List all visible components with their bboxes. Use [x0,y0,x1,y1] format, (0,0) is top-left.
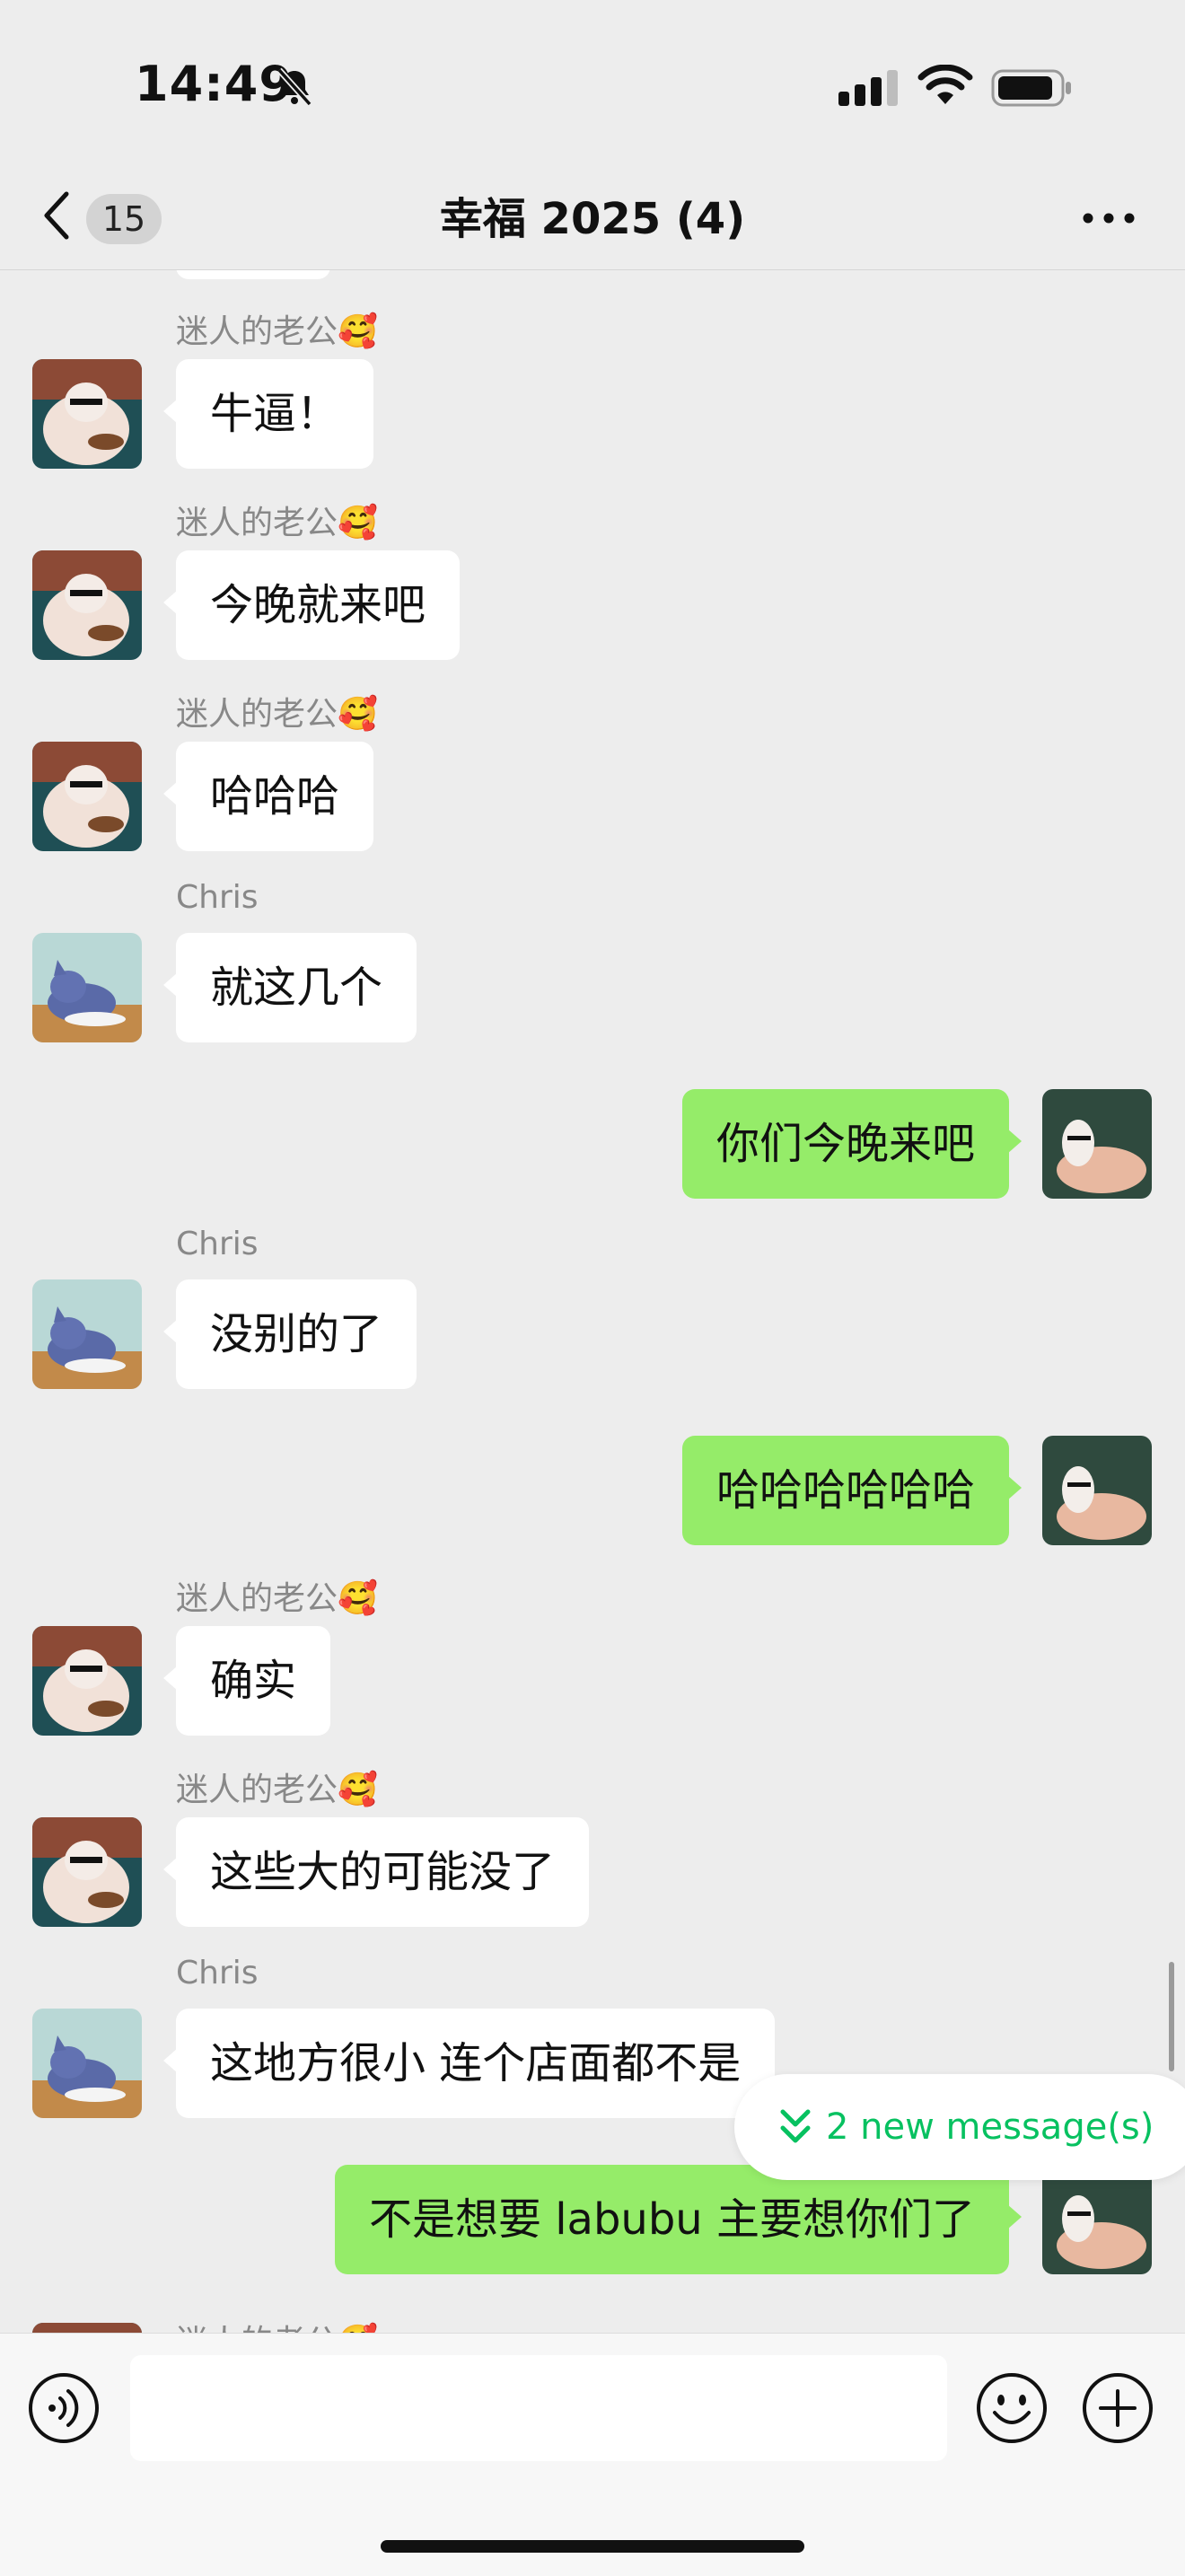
plus-icon[interactable] [1081,2371,1154,2445]
sunglasses-cat-avatar[interactable] [32,742,142,851]
chat-title: 幸福 2025 (4) [439,194,746,244]
message-bubble[interactable]: 不是想要 labubu 主要想你们了 [334,2165,1023,2274]
cat-on-couch-avatar[interactable] [1042,1436,1152,1545]
chat-header: 15 幸福 2025 (4) [0,171,1185,270]
message-input[interactable] [130,2355,947,2461]
more-options-icon[interactable] [1077,196,1140,241]
sender-name: 迷人的老公🥰 [176,696,378,733]
sunglasses-cat-avatar[interactable] [32,2323,142,2333]
message-bubble[interactable]: 哈哈哈 [162,742,374,851]
input-bar [0,2333,1185,2576]
home-indicator[interactable] [381,2540,804,2553]
battery-icon [991,69,1071,107]
message-list[interactable]: 迷人的老公🥰 牛逼！ 迷人的老公🥰 今晚就来吧 迷人的老公🥰 哈哈哈 Chris… [0,270,1185,2333]
message-bubble[interactable]: 今晚就来吧 [162,550,461,660]
sender-name: 迷人的老公🥰 [176,313,378,350]
sunglasses-cat-avatar[interactable] [32,550,142,660]
status-time: 14:49 [135,56,294,112]
double-chevron-down-icon [780,2109,811,2143]
sender-name: Chris [176,879,259,916]
status-bar: 14:49 [0,0,1185,171]
voice-input-icon[interactable] [27,2371,101,2445]
cartoon-cat-avatar[interactable] [32,933,142,1042]
sender-name: 迷人的老公🥰 [176,1772,378,1808]
bell-muted-icon [276,67,312,107]
message-bubble[interactable]: 你们今晚来吧 [681,1089,1023,1199]
sunglasses-cat-avatar[interactable] [32,1626,142,1736]
message-bubble[interactable]: 牛逼！ [162,359,374,469]
wifi-icon [917,65,973,104]
new-messages-label: 2 new message(s) [826,2106,1154,2148]
sender-name: 迷人的老公🥰 [176,1580,378,1617]
cartoon-cat-avatar[interactable] [32,2009,142,2118]
message-bubble[interactable]: 这地方很小 连个店面都不是 [162,2009,776,2118]
sender-name: Chris [176,1955,259,1991]
scrollbar[interactable] [1169,1962,1174,2071]
new-messages-button[interactable]: 2 new message(s) [734,2074,1185,2180]
sender-name: Chris [176,1226,259,1262]
cellular-signal-icon [838,70,898,106]
sender-name: 迷人的老公🥰 [176,2316,378,2333]
unread-count-badge[interactable]: 15 [86,194,162,244]
emoji-icon[interactable] [975,2371,1049,2445]
back-chevron-icon[interactable] [36,187,77,244]
message-bubble[interactable]: 确实 [162,1626,331,1736]
message-bubble[interactable]: 这些大的可能没了 [162,1817,590,1927]
cat-on-couch-avatar[interactable] [1042,2165,1152,2274]
cat-on-couch-avatar[interactable] [1042,1089,1152,1199]
message-bubble[interactable]: 哈哈哈哈哈哈 [681,1436,1023,1545]
message-bubble[interactable]: 没别的了 [162,1279,417,1389]
cartoon-cat-avatar[interactable] [32,1279,142,1389]
partial-message-bubble [176,270,330,279]
sunglasses-cat-avatar[interactable] [32,1817,142,1927]
sunglasses-cat-avatar[interactable] [32,359,142,469]
message-bubble[interactable]: 就这几个 [162,933,417,1042]
sender-name: 迷人的老公🥰 [176,505,378,541]
